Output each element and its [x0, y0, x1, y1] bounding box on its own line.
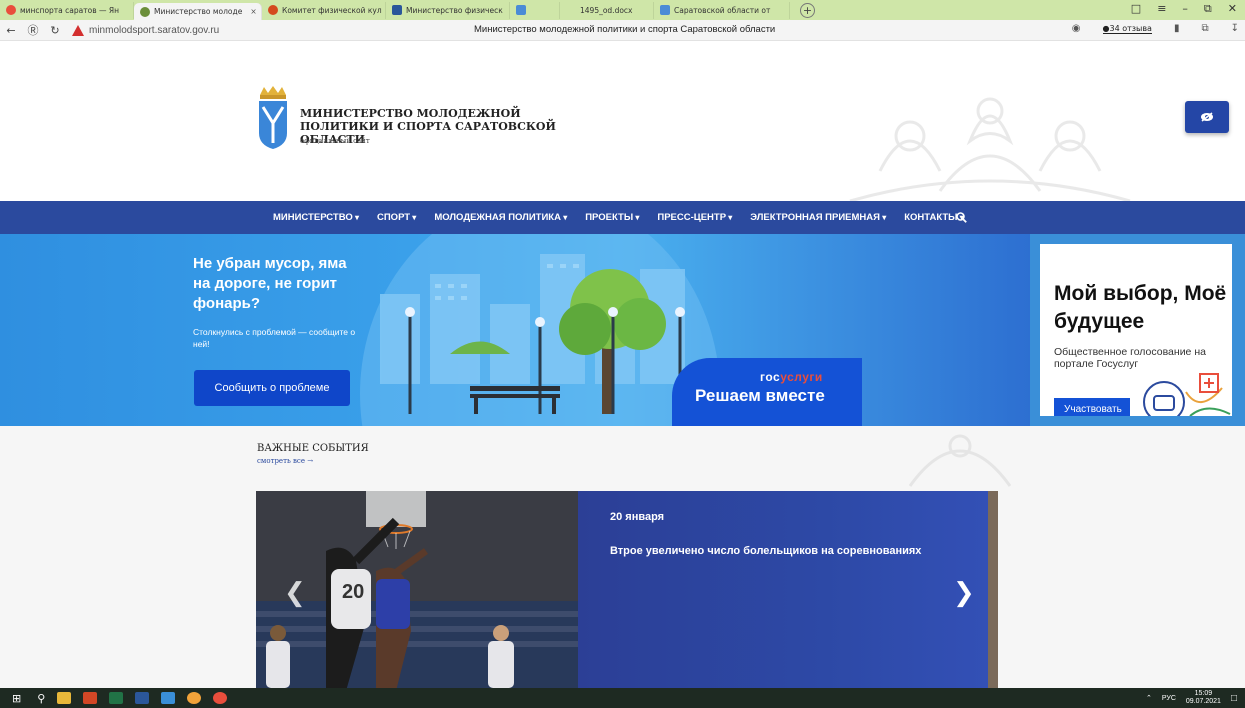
- nav-item-ministry[interactable]: МИНИСТЕРСТВО: [264, 212, 368, 223]
- nav-item-press-center[interactable]: ПРЕСС-ЦЕНТР: [648, 212, 741, 223]
- page-title: Министерство молодежной политики и спорт…: [474, 24, 776, 35]
- visually-impaired-button[interactable]: [1185, 101, 1229, 133]
- browser-tab[interactable]: Саратовской области от: [654, 1, 790, 19]
- search-icon[interactable]: ⚲: [37, 692, 45, 705]
- browser-tab[interactable]: 1495_od.docx: [560, 1, 654, 19]
- back-icon[interactable]: ←: [0, 24, 22, 37]
- site-header: МИНИСТЕРСТВО МОЛОДЕЖНОЙ ПОЛИТИКИ И СПОРТ…: [0, 41, 1245, 201]
- gosuslugi-logo: госуслуги: [760, 370, 823, 384]
- main-navigation: МИНИСТЕРСТВО СПОРТ МОЛОДЕЖНАЯ ПОЛИТИКА П…: [0, 201, 1245, 234]
- tab-label: минспорта саратов — Ян: [20, 5, 119, 15]
- event-date: 20 января: [610, 511, 665, 523]
- excel-icon[interactable]: [109, 692, 124, 704]
- share-icon[interactable]: ⧉: [1201, 23, 1208, 34]
- system-tray: ⌃ РУС 15:09 09.07.2021 □: [1146, 690, 1237, 706]
- extension-icon[interactable]: ◉: [1072, 23, 1081, 34]
- search-icon: [955, 212, 967, 223]
- address-bar: ← Ⓡ ↻ minmolodsport.saratov.gov.ru Минис…: [0, 20, 1245, 41]
- nav-item-projects[interactable]: ПРОЕКТЫ: [576, 212, 648, 223]
- address-bar-actions: ◉ ●34 отзыва ▮ ⧉ ↧: [1072, 23, 1239, 34]
- banner-headline: Не убран мусор, яма на дороге, не горит …: [193, 255, 347, 312]
- vote-card-subtitle: Общественное голосование на портале Госу…: [1054, 346, 1206, 370]
- minimize-icon[interactable]: –: [1182, 2, 1188, 16]
- eye-slash-icon: [1201, 112, 1213, 122]
- nav-item-youth-policy[interactable]: МОЛОДЕЖНАЯ ПОЛИТИКА: [425, 212, 576, 223]
- new-tab-button[interactable]: +: [800, 2, 815, 18]
- close-tab-icon[interactable]: ×: [250, 7, 256, 16]
- site-favicon-icon: [140, 6, 150, 17]
- document-icon: [516, 5, 526, 15]
- os-taskbar: ⊞ ⚲ ⌃ РУС 15:09 09.07.2021 □: [0, 688, 1245, 708]
- yandex-browser-icon[interactable]: [213, 692, 228, 704]
- reviews-link[interactable]: ●34 отзыва: [1102, 24, 1152, 34]
- maximize-icon[interactable]: ⧉: [1204, 2, 1212, 16]
- collections-icon[interactable]: □: [1131, 2, 1141, 16]
- tab-label: Саратовской области от: [674, 5, 771, 15]
- browser-tab-bar: минспорта саратов — Ян Министерство моло…: [0, 0, 1245, 20]
- vote-card-title: Мой выбор, Моё будущее: [1054, 282, 1227, 333]
- word-icon: [392, 5, 402, 15]
- clock[interactable]: 15:09 09.07.2021: [1186, 690, 1221, 706]
- browser-tab[interactable]: минспорта саратов — Ян: [0, 1, 134, 19]
- organization-subtitle: официальный сайт: [300, 137, 370, 145]
- powerpoint-icon[interactable]: [83, 692, 98, 704]
- gosuslugi-slogan: Решаем вместе: [695, 386, 825, 405]
- participate-button[interactable]: Участвовать: [1054, 398, 1130, 416]
- input-language[interactable]: РУС: [1162, 695, 1176, 702]
- url-text: minmolodsport.saratov.gov.ru: [89, 24, 220, 36]
- close-window-icon[interactable]: ✕: [1228, 2, 1237, 16]
- see-all-link[interactable]: смотреть все →: [257, 457, 313, 465]
- bookmark-icon[interactable]: ▮: [1174, 23, 1180, 34]
- banner-subtext: Столкнулись с проблемой — сообщите о ней…: [193, 327, 356, 349]
- slider-next-button[interactable]: ❯: [953, 578, 975, 608]
- notifications-icon[interactable]: □: [1231, 693, 1237, 704]
- file-explorer-icon[interactable]: [57, 692, 72, 704]
- media-player-icon[interactable]: [161, 692, 176, 704]
- nav-item-e-reception[interactable]: ЭЛЕКТРОННАЯ ПРИЕМНАЯ: [741, 212, 895, 223]
- coat-of-arms-watermark-icon: [849, 97, 1131, 201]
- chevron-up-icon[interactable]: ⌃: [1146, 694, 1152, 702]
- url-field[interactable]: minmolodsport.saratov.gov.ru: [72, 24, 220, 36]
- tab-label: Министерство физическ: [406, 5, 503, 15]
- browser-tab[interactable]: [510, 1, 560, 19]
- vote-promo-card[interactable]: Мой выбор, Моё будущее Общественное голо…: [1040, 244, 1232, 416]
- site-favicon-icon: [268, 5, 278, 15]
- slider-prev-button[interactable]: ❮: [284, 578, 306, 608]
- report-problem-button[interactable]: Сообщить о проблеме: [194, 370, 350, 406]
- document-icon: [660, 5, 670, 15]
- ballot-illustration-icon: [1143, 373, 1231, 416]
- events-heading: ВАЖНЫЕ СОБЫТИЯ: [257, 443, 369, 454]
- tab-label: 1495_od.docx: [580, 5, 633, 15]
- warning-icon: [72, 24, 84, 36]
- browser-tab[interactable]: Министерство физическ: [386, 1, 510, 19]
- windows-start-icon[interactable]: ⊞: [12, 692, 21, 705]
- important-events-section: ВАЖНЫЕ СОБЫТИЯ смотреть все → 20 20 янва…: [0, 426, 1245, 688]
- yandex-icon: [6, 5, 16, 15]
- promo-banner: Не убран мусор, яма на дороге, не горит …: [0, 234, 1245, 426]
- word-icon[interactable]: [135, 692, 150, 704]
- window-controls: □ ≡ – ⧉ ✕: [1131, 2, 1237, 16]
- download-icon[interactable]: ↧: [1231, 23, 1239, 34]
- saratov-emblem-logo[interactable]: [256, 85, 290, 151]
- event-title[interactable]: Втрое увеличено число болельщиков на сор…: [610, 545, 921, 557]
- browser-tab-active[interactable]: Министерство молоде ×: [134, 3, 262, 20]
- browser-tab[interactable]: Комитет физической кул: [262, 1, 386, 19]
- reload-icon[interactable]: ↻: [44, 24, 66, 37]
- jersey-number: 20: [342, 581, 365, 603]
- search-button[interactable]: [946, 201, 976, 234]
- menu-icon[interactable]: ≡: [1157, 2, 1166, 16]
- tab-label: Комитет физической кул: [282, 5, 382, 15]
- app-icon[interactable]: [187, 692, 202, 704]
- yandex-home-icon[interactable]: Ⓡ: [22, 22, 44, 38]
- tab-label: Министерство молоде: [154, 7, 243, 16]
- next-slide-preview: [988, 491, 998, 688]
- coat-of-arms-watermark-icon: [908, 434, 1012, 487]
- nav-item-sport[interactable]: СПОРТ: [368, 212, 425, 223]
